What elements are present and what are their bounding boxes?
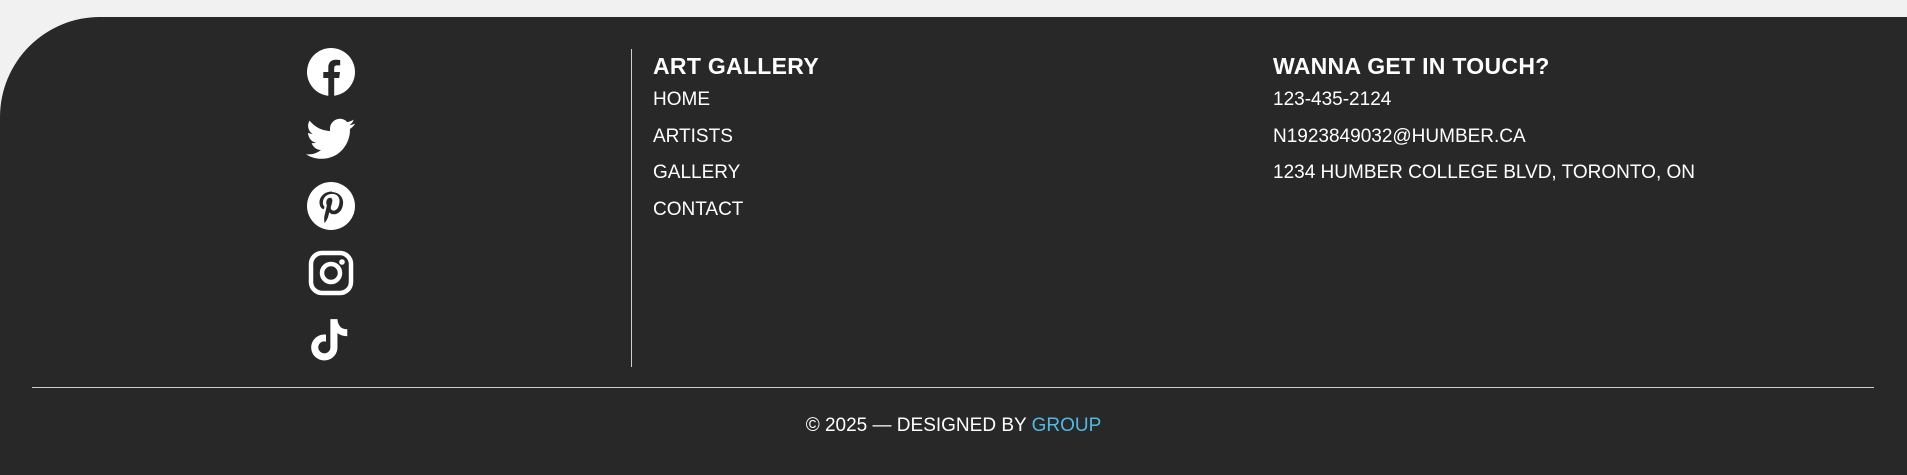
facebook-link[interactable] bbox=[306, 47, 356, 97]
social-links bbox=[306, 47, 356, 382]
nav-link-contact[interactable]: CONTACT bbox=[653, 198, 819, 221]
copyright: © 2025 — DESIGNED BY GROUP bbox=[0, 414, 1907, 437]
contact-heading: WANNA GET IN TOUCH? bbox=[1273, 53, 1550, 79]
twitter-link[interactable] bbox=[306, 114, 356, 164]
contact-info: WANNA GET IN TOUCH? 123-435-2124 N192384… bbox=[1273, 52, 1695, 198]
horizontal-divider bbox=[32, 387, 1874, 388]
twitter-icon bbox=[306, 118, 356, 159]
tiktok-icon bbox=[311, 319, 348, 361]
nav-heading: ART GALLERY bbox=[653, 53, 819, 79]
contact-email: N1923849032@HUMBER.CA bbox=[1273, 125, 1526, 147]
designer-credit-link[interactable]: GROUP bbox=[1032, 415, 1102, 436]
facebook-icon bbox=[307, 48, 355, 96]
instagram-link[interactable] bbox=[306, 248, 356, 298]
nav-link-gallery[interactable]: GALLERY bbox=[653, 161, 819, 184]
pinterest-link[interactable] bbox=[306, 181, 356, 231]
site-footer: ART GALLERY HOME ARTISTS GALLERY CONTACT… bbox=[0, 17, 1907, 475]
nav-link-artists[interactable]: ARTISTS bbox=[653, 125, 819, 148]
contact-phone: 123-435-2124 bbox=[1273, 89, 1392, 110]
copyright-text: © 2025 — DESIGNED BY bbox=[805, 415, 1032, 436]
nav-link-home[interactable]: HOME bbox=[653, 88, 819, 111]
vertical-divider bbox=[631, 49, 632, 367]
contact-address: 1234 HUMBER COLLEGE BLVD, TORONTO, ON bbox=[1273, 162, 1695, 183]
tiktok-link[interactable] bbox=[306, 315, 356, 365]
instagram-icon bbox=[308, 250, 354, 296]
pinterest-icon bbox=[307, 182, 355, 230]
footer-nav: ART GALLERY HOME ARTISTS GALLERY CONTACT bbox=[653, 52, 819, 234]
